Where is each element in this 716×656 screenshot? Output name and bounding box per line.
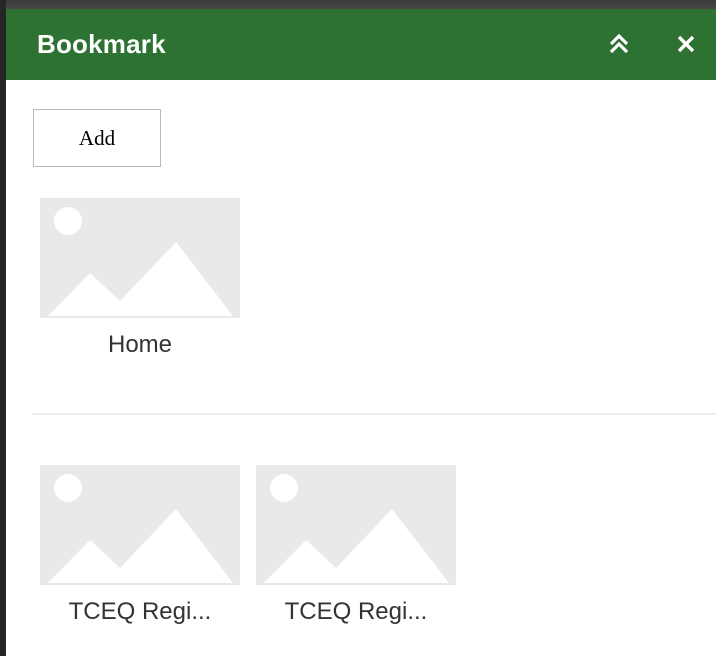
bookmark-item-home[interactable]: Home — [40, 198, 240, 359]
add-bookmark-button[interactable]: Add — [33, 109, 161, 167]
panel-title: Bookmark — [37, 29, 166, 59]
close-icon — [677, 35, 695, 53]
image-placeholder-icon — [40, 465, 240, 585]
image-placeholder-icon — [40, 198, 240, 318]
bookmark-item[interactable]: TCEQ Regi... — [40, 465, 240, 626]
bookmark-panel: Bookmark Add Home TCEQ Regi... TCEQ Regi… — [6, 9, 716, 656]
bookmark-item[interactable]: TCEQ Regi... — [256, 465, 456, 626]
collapse-button[interactable] — [602, 27, 636, 61]
close-button[interactable] — [669, 27, 703, 61]
bookmark-label: TCEQ Regi... — [284, 598, 428, 625]
bookmark-label: Home — [107, 331, 173, 358]
image-placeholder-icon — [256, 465, 456, 585]
bookmark-label: TCEQ Regi... — [68, 598, 212, 625]
panel-header: Bookmark — [6, 9, 716, 80]
section-divider — [32, 413, 716, 415]
double-chevron-up-icon — [609, 33, 629, 54]
